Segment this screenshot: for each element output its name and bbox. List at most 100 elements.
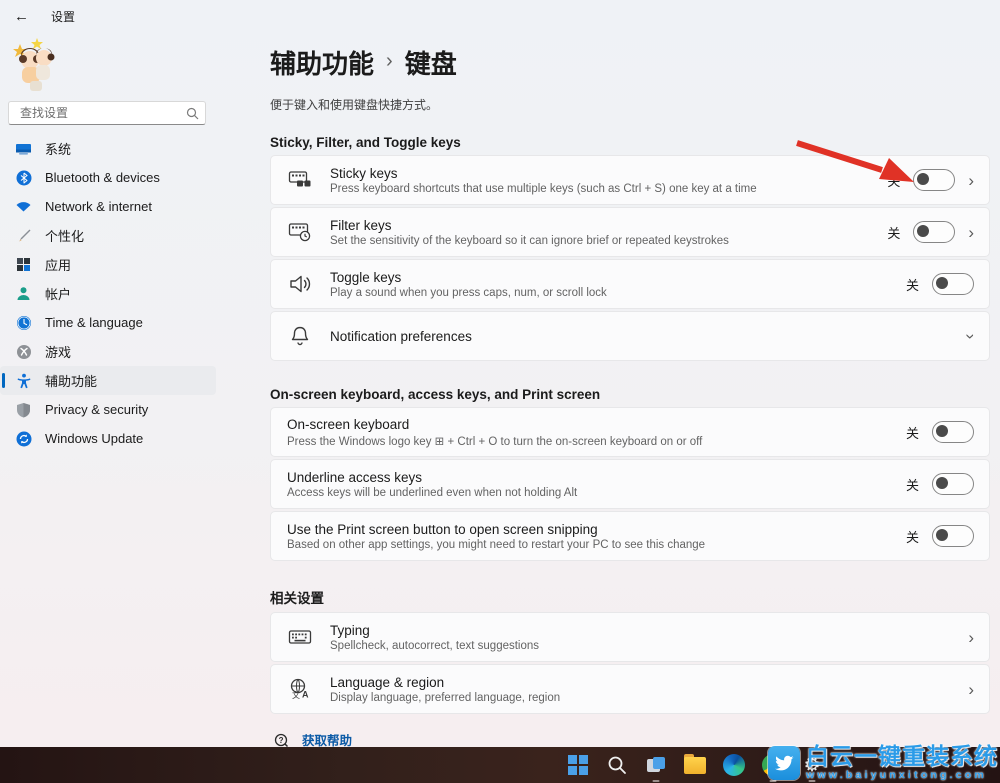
section-header-sticky-filter-toggle: Sticky, Filter, and Toggle keys (270, 135, 990, 150)
task-view-button[interactable] (644, 753, 668, 777)
titlebar: ← 设置 (14, 8, 75, 25)
search-input[interactable] (18, 105, 186, 121)
sidebar-item-label: 应用 (45, 255, 71, 274)
time-language-icon (15, 314, 32, 331)
breadcrumb-parent[interactable]: 辅助功能 (270, 44, 374, 81)
sidebar-item-accessibility[interactable]: 辅助功能 (0, 366, 216, 395)
sidebar-item-label: Time & language (45, 315, 143, 330)
sidebar-item-gaming[interactable]: 游戏 (0, 337, 216, 366)
sidebar-item-time-language[interactable]: Time & language (0, 308, 216, 337)
sticky-keys-icon (287, 167, 313, 193)
main-content: 辅助功能 › 键盘 便于键入和使用键盘快捷方式。 Sticky, Filter,… (270, 0, 990, 751)
row-subtitle: Based on other app settings, you might n… (287, 539, 906, 551)
toggle-knob (917, 173, 929, 185)
sidebar-item-windows-update[interactable]: Windows Update (0, 424, 216, 453)
row-sticky-keys[interactable]: Sticky keys Press keyboard shortcuts tha… (270, 155, 990, 205)
row-title: Underline access keys (287, 470, 906, 485)
sidebar-item-personalization[interactable]: 个性化 (0, 221, 216, 250)
search-icon (607, 755, 627, 775)
row-subtitle: Set the sensitivity of the keyboard so i… (330, 235, 887, 247)
watermark-title: 白云一键重装系统 (806, 745, 998, 768)
row-subtitle: Spellcheck, autocorrect, text suggestion… (330, 640, 968, 652)
sidebar-item-system[interactable]: 系统 (0, 134, 216, 163)
sidebar-item-privacy[interactable]: Privacy & security (0, 395, 216, 424)
edge-icon (723, 754, 745, 776)
underline-access-keys-toggle[interactable] (932, 473, 974, 495)
toggle-state-label: 关 (887, 171, 900, 190)
svg-text:A: A (302, 690, 309, 700)
sidebar-item-label: 个性化 (45, 226, 84, 245)
toggle-state-label: 关 (906, 423, 919, 442)
start-button[interactable] (566, 753, 590, 777)
chevron-down-icon[interactable]: › (963, 333, 980, 339)
sidebar-item-apps[interactable]: 应用 (0, 250, 216, 279)
row-title: Notification preferences (330, 329, 968, 344)
row-title: Filter keys (330, 218, 887, 233)
print-screen-toggle[interactable] (932, 525, 974, 547)
settings-group: Sticky keys Press keyboard shortcuts tha… (270, 155, 990, 361)
sidebar-item-network[interactable]: Network & internet (0, 192, 216, 221)
sidebar-item-label: 帐户 (45, 284, 71, 303)
filter-keys-toggle[interactable] (913, 221, 955, 243)
back-arrow-icon[interactable]: ← (14, 8, 29, 25)
chevron-right-icon[interactable]: › (968, 224, 974, 241)
row-title: On-screen keyboard (287, 417, 906, 432)
section-header-related: 相关设置 (270, 587, 990, 607)
breadcrumb: 辅助功能 › 键盘 (270, 44, 990, 81)
toggle-keys-toggle[interactable] (932, 273, 974, 295)
row-subtitle: Access keys will be underlined even when… (287, 487, 906, 499)
row-title: Sticky keys (330, 166, 887, 181)
row-notification-preferences[interactable]: Notification preferences › (270, 311, 990, 361)
row-typing[interactable]: Typing Spellcheck, autocorrect, text sug… (270, 612, 990, 662)
chevron-right-icon[interactable]: › (968, 172, 974, 189)
row-subtitle: Press keyboard shortcuts that use multip… (330, 183, 887, 195)
sidebar-item-accounts[interactable]: 帐户 (0, 279, 216, 308)
row-print-screen-snipping[interactable]: Use the Print screen button to open scre… (270, 511, 990, 561)
sidebar-nav: 系统 Bluetooth & devices Network & interne… (0, 134, 216, 453)
toggle-keys-icon (287, 271, 313, 297)
user-avatar[interactable] (10, 36, 64, 94)
settings-group: Typing Spellcheck, autocorrect, text sug… (270, 612, 990, 714)
taskbar-search-button[interactable] (605, 753, 629, 777)
sidebar-item-bluetooth[interactable]: Bluetooth & devices (0, 163, 216, 192)
on-screen-keyboard-toggle[interactable] (932, 421, 974, 443)
breadcrumb-separator: › (386, 50, 393, 73)
typing-icon (287, 624, 313, 650)
system-icon (15, 140, 32, 157)
row-toggle-keys[interactable]: Toggle keys Play a sound when you press … (270, 259, 990, 309)
filter-keys-icon (287, 219, 313, 245)
gaming-icon (15, 343, 32, 360)
task-view-icon (645, 754, 667, 776)
sticky-keys-toggle[interactable] (913, 169, 955, 191)
accessibility-icon (15, 372, 32, 389)
row-subtitle: Display language, preferred language, re… (330, 692, 968, 704)
chevron-right-icon[interactable]: › (968, 629, 974, 646)
svg-text:?: ? (279, 736, 284, 745)
personalization-icon (15, 227, 32, 244)
sidebar-item-label: 辅助功能 (45, 371, 97, 390)
row-language-region[interactable]: A文 Language & region Display language, p… (270, 664, 990, 714)
apps-icon (15, 256, 32, 273)
row-on-screen-keyboard[interactable]: On-screen keyboard Press the Windows log… (270, 407, 990, 457)
row-filter-keys[interactable]: Filter keys Set the sensitivity of the k… (270, 207, 990, 257)
chevron-right-icon[interactable]: › (968, 681, 974, 698)
sidebar-item-label: 游戏 (45, 342, 71, 361)
sidebar-item-label: Bluetooth & devices (45, 170, 160, 185)
search-icon (186, 107, 199, 120)
get-help-icon: ? (274, 733, 289, 748)
toggle-state-label: 关 (887, 223, 900, 242)
edge-button[interactable] (722, 753, 746, 777)
toggle-knob (917, 225, 929, 237)
watermark-url: www.baiyunxitong.com (806, 770, 987, 781)
app-title: 设置 (51, 8, 75, 25)
toggle-state-label: 关 (906, 527, 919, 546)
file-explorer-button[interactable] (683, 753, 707, 777)
bluetooth-icon (15, 169, 32, 186)
row-underline-access-keys[interactable]: Underline access keys Access keys will b… (270, 459, 990, 509)
toggle-state-label: 关 (906, 275, 919, 294)
sidebar-item-label: Privacy & security (45, 402, 148, 417)
page-subtitle: 便于键入和使用键盘快捷方式。 (270, 96, 990, 113)
toggle-state-label: 关 (906, 475, 919, 494)
sidebar-item-label: Network & internet (45, 199, 152, 214)
windows-update-icon (15, 430, 32, 447)
